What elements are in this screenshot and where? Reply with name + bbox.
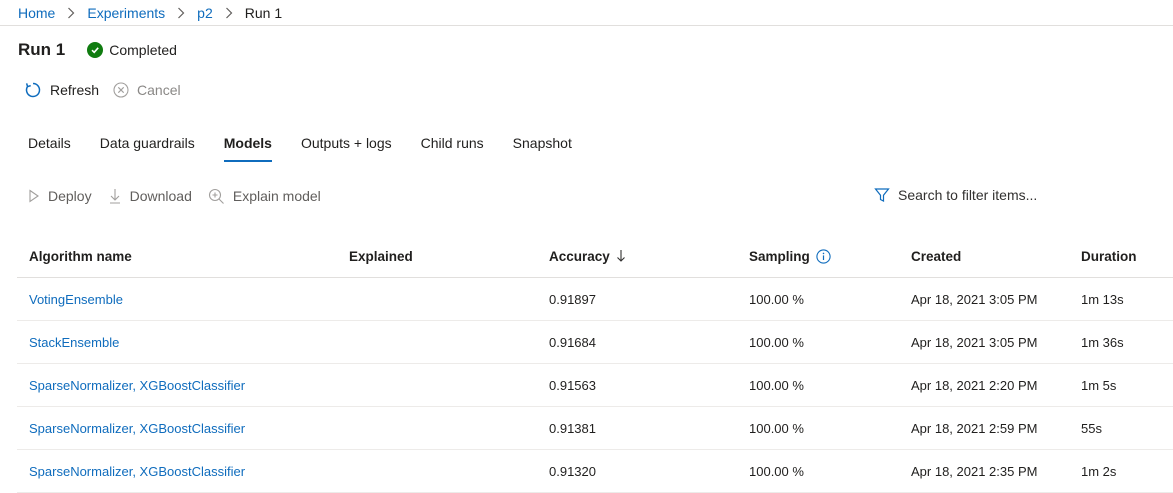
zoom-in-icon — [208, 188, 225, 205]
models-toolbar: Deploy Download Explain model — [28, 185, 337, 207]
download-icon — [108, 188, 122, 204]
accuracy-cell: 0.91897 — [549, 291, 596, 307]
title-row: Run 1 Completed — [18, 38, 177, 62]
run-page: Home Experiments p2 Run 1 Run 1 Complete… — [0, 0, 1173, 493]
download-button[interactable]: Download — [108, 188, 192, 204]
sampling-cell: 100.00 % — [749, 420, 804, 436]
deploy-label: Deploy — [48, 188, 92, 204]
algorithm-link[interactable]: StackEnsemble — [29, 335, 119, 350]
table-row[interactable]: StackEnsemble 0.91684 100.00 % Apr 18, 2… — [17, 321, 1173, 364]
column-header-duration[interactable]: Duration — [1069, 249, 1173, 264]
accuracy-cell: 0.91381 — [549, 420, 596, 436]
status-badge: Completed — [109, 42, 177, 58]
duration-cell: 1m 36s — [1081, 334, 1124, 350]
cancel-circle-icon — [113, 82, 129, 98]
filter-icon — [874, 187, 890, 203]
command-bar: Refresh Cancel — [24, 78, 195, 102]
breadcrumb-current: Run 1 — [244, 4, 283, 21]
sampling-cell: 100.00 % — [749, 377, 804, 393]
models-table: Algorithm name Explained Accuracy Sampli… — [17, 235, 1173, 493]
deploy-button[interactable]: Deploy — [28, 188, 92, 204]
created-cell: Apr 18, 2021 2:20 PM — [911, 377, 1038, 393]
table-row[interactable]: SparseNormalizer, XGBoostClassifier 0.91… — [17, 407, 1173, 450]
tab-outputs-logs[interactable]: Outputs + logs — [301, 132, 392, 162]
table-row[interactable]: SparseNormalizer, XGBoostClassifier 0.91… — [17, 450, 1173, 493]
breadcrumb-home[interactable]: Home — [18, 5, 55, 21]
sampling-cell: 100.00 % — [749, 334, 804, 350]
algorithm-link[interactable]: SparseNormalizer, XGBoostClassifier — [29, 378, 245, 393]
explain-model-label: Explain model — [232, 188, 321, 204]
breadcrumb-p2[interactable]: p2 — [197, 5, 213, 21]
column-header-explained[interactable]: Explained — [337, 249, 537, 264]
duration-cell: 1m 2s — [1081, 463, 1117, 479]
tab-details[interactable]: Details — [28, 132, 71, 162]
algorithm-link[interactable]: SparseNormalizer, XGBoostClassifier — [29, 464, 245, 479]
sampling-header-label: Sampling — [749, 248, 810, 264]
chevron-right-icon — [177, 7, 185, 19]
tab-child-runs[interactable]: Child runs — [421, 132, 484, 162]
accuracy-cell: 0.91684 — [549, 334, 596, 350]
algorithm-link[interactable]: SparseNormalizer, XGBoostClassifier — [29, 421, 245, 436]
duration-cell: 1m 5s — [1081, 377, 1117, 393]
created-cell: Apr 18, 2021 3:05 PM — [911, 334, 1038, 350]
column-header-accuracy[interactable]: Accuracy — [537, 249, 737, 264]
download-label: Download — [129, 188, 192, 204]
created-cell: Apr 18, 2021 3:05 PM — [911, 291, 1038, 307]
column-header-created[interactable]: Created — [899, 249, 1069, 264]
refresh-button[interactable]: Refresh — [24, 81, 99, 99]
tab-snapshot[interactable]: Snapshot — [513, 132, 572, 162]
sampling-cell: 100.00 % — [749, 291, 804, 307]
created-cell: Apr 18, 2021 2:35 PM — [911, 463, 1038, 479]
column-header-algorithm[interactable]: Algorithm name — [17, 249, 337, 264]
breadcrumb-experiments[interactable]: Experiments — [87, 5, 165, 21]
sampling-cell: 100.00 % — [749, 463, 804, 479]
explain-model-button[interactable]: Explain model — [208, 188, 321, 205]
chevron-right-icon — [67, 7, 75, 19]
accuracy-cell: 0.91320 — [549, 463, 596, 479]
algorithm-link[interactable]: VotingEnsemble — [29, 292, 123, 307]
chevron-right-icon — [225, 7, 233, 19]
tab-bar: Details Data guardrails Models Outputs +… — [28, 132, 601, 162]
table-header: Algorithm name Explained Accuracy Sampli… — [17, 235, 1173, 278]
duration-cell: 55s — [1081, 420, 1102, 436]
column-header-sampling[interactable]: Sampling — [737, 249, 899, 264]
filter-placeholder: Search to filter items... — [898, 187, 1038, 203]
cancel-label: Cancel — [137, 82, 181, 98]
table-row[interactable]: VotingEnsemble 0.91897 100.00 % Apr 18, … — [17, 278, 1173, 321]
info-icon[interactable] — [816, 248, 831, 264]
accuracy-cell: 0.91563 — [549, 377, 596, 393]
sort-descending-icon — [616, 249, 626, 263]
page-title: Run 1 — [18, 40, 66, 59]
accuracy-header-label: Accuracy — [549, 248, 610, 264]
refresh-icon — [24, 81, 42, 99]
duration-cell: 1m 13s — [1081, 291, 1124, 307]
cancel-button[interactable]: Cancel — [113, 82, 181, 98]
created-cell: Apr 18, 2021 2:59 PM — [911, 420, 1038, 436]
tab-data-guardrails[interactable]: Data guardrails — [100, 132, 195, 162]
checkmark-circle-icon — [87, 42, 104, 58]
refresh-label: Refresh — [50, 82, 100, 98]
breadcrumb: Home Experiments p2 Run 1 — [0, 0, 1173, 26]
filter-search[interactable]: Search to filter items... — [874, 184, 1037, 206]
tab-models[interactable]: Models — [223, 132, 273, 162]
play-icon — [28, 189, 40, 203]
table-row[interactable]: SparseNormalizer, XGBoostClassifier 0.91… — [17, 364, 1173, 407]
